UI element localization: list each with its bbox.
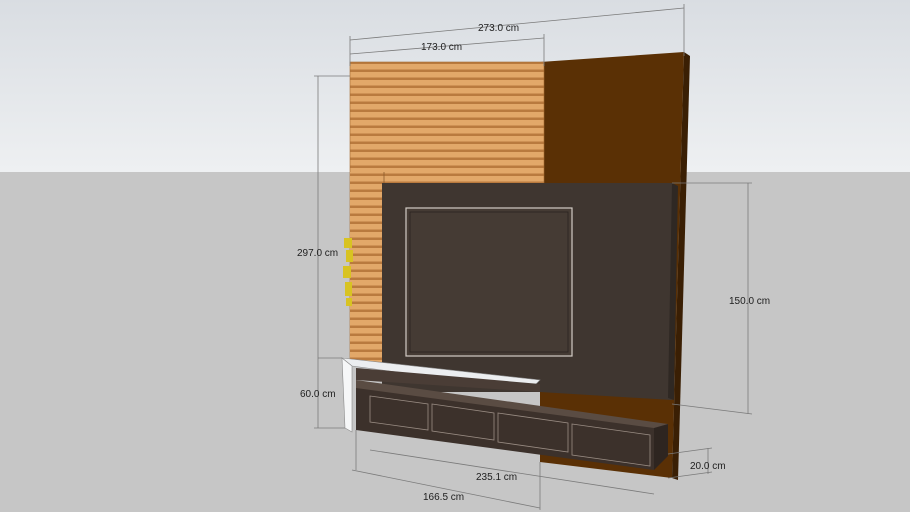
dim-shelf-width: 166.5 cm	[423, 492, 464, 503]
dim-slat-width: 173.0 cm	[421, 42, 462, 53]
dim-total-height: 297.0 cm	[297, 248, 338, 259]
sketchup-viewport[interactable]: 273.0 cm 173.0 cm 297.0 cm 150.0 cm 60.0…	[0, 0, 910, 512]
dim-total-width: 273.0 cm	[478, 23, 519, 34]
model-canvas: 273.0 cm 173.0 cm 297.0 cm 150.0 cm 60.0…	[0, 0, 910, 512]
dim-cabinet-width: 235.1 cm	[476, 472, 517, 483]
dim-panel-height: 150.0 cm	[729, 296, 770, 307]
dim-cabinet-depth: 20.0 cm	[690, 461, 726, 472]
vertical-slat-bundle	[350, 172, 385, 362]
dim-cabinet-height: 60.0 cm	[300, 389, 336, 400]
tv-screen	[405, 207, 573, 357]
